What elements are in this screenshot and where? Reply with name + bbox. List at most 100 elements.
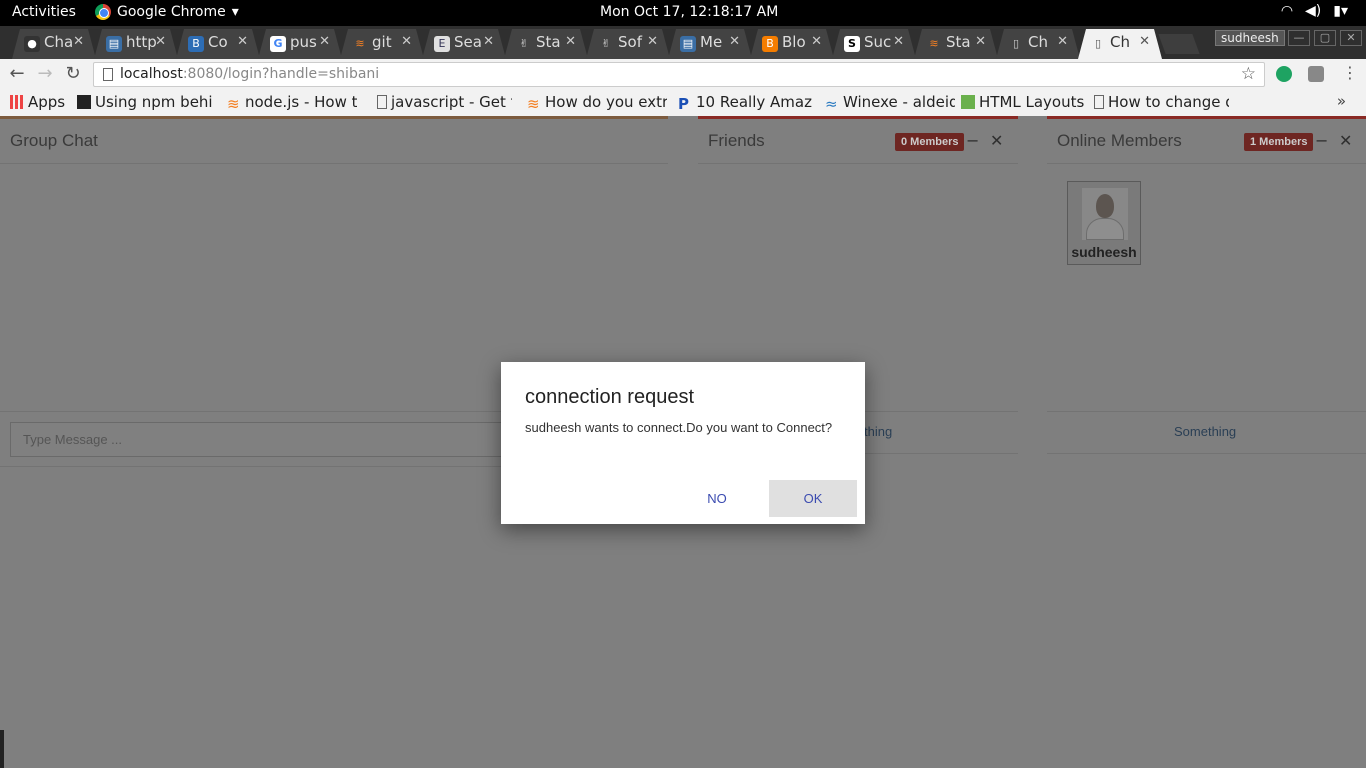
divider: [1047, 411, 1366, 412]
peace-icon: ✌: [519, 37, 529, 50]
bookmark-item[interactable]: HTML Layouts: [961, 93, 1086, 111]
bookmark-item[interactable]: ≋ node.js - How to: [227, 93, 357, 111]
chrome-icon: [95, 4, 111, 20]
friends-footer-link[interactable]: thing: [864, 424, 892, 439]
close-window-icon[interactable]: ✕: [1340, 30, 1362, 46]
close-panel-icon[interactable]: ✕: [990, 131, 1003, 150]
minimize-panel-icon[interactable]: −: [1315, 131, 1328, 150]
close-tab-icon[interactable]: ✕: [811, 34, 822, 49]
more-bookmarks-icon[interactable]: »: [1337, 92, 1346, 110]
browser-tab[interactable]: B Blo ✕: [750, 29, 834, 59]
bookmark-item[interactable]: javascript - Get th: [377, 93, 512, 111]
tab-title: git: [372, 33, 392, 51]
browser-tab[interactable]: ✌ Sta ✕: [504, 29, 588, 59]
bookmark-label: How to change d: [1108, 93, 1229, 111]
browser-tab[interactable]: ▯ Ch ✕: [996, 29, 1080, 59]
browser-tab[interactable]: ▤ http ✕: [94, 29, 178, 59]
close-tab-icon[interactable]: ✕: [401, 34, 412, 49]
peace-icon: ✌: [601, 37, 611, 50]
close-tab-icon[interactable]: ✕: [1139, 34, 1150, 49]
back-icon[interactable]: ←: [6, 63, 28, 85]
close-tab-icon[interactable]: ✕: [1057, 34, 1068, 49]
no-button[interactable]: NO: [673, 480, 761, 517]
page-icon: [377, 95, 387, 109]
doc-icon: ▤: [680, 36, 696, 52]
page-icon: [1094, 95, 1104, 109]
tab-title: http: [126, 33, 157, 51]
tab-title: Blo: [782, 33, 806, 51]
bookmark-item[interactable]: ≈ Winexe - aldeid: [825, 93, 955, 111]
browser-tab[interactable]: ▤ Me ✕: [668, 29, 752, 59]
window-edge: [0, 730, 4, 768]
close-tab-icon[interactable]: ✕: [319, 34, 330, 49]
github-icon: ●: [24, 36, 40, 52]
reload-icon[interactable]: ↻: [62, 63, 84, 85]
bookmark-item[interactable]: How to change d: [1094, 93, 1229, 111]
message-input[interactable]: Type Message ...: [10, 422, 510, 457]
blogger-icon: B: [762, 36, 778, 52]
close-tab-icon[interactable]: ✕: [565, 34, 576, 49]
tab-title: Sea: [454, 33, 482, 51]
browser-tab[interactable]: B Co ✕: [176, 29, 260, 59]
close-tab-icon[interactable]: ✕: [893, 34, 904, 49]
browser-tab[interactable]: ● Cha ✕: [12, 29, 96, 59]
chrome-menu-icon[interactable]: ⋮: [1342, 63, 1358, 82]
connection-request-dialog: connection request sudheesh wants to con…: [501, 362, 865, 524]
browser-tab[interactable]: G pus ✕: [258, 29, 342, 59]
bookmark-label: How do you extra: [545, 93, 667, 111]
bookmark-item[interactable]: Using npm behind: [77, 93, 212, 111]
grammarly-extension-icon[interactable]: [1276, 66, 1292, 82]
bookmark-label: Winexe - aldeid: [843, 93, 955, 111]
address-bar[interactable]: localhost:8080/login?handle=shibani ☆: [93, 62, 1265, 87]
activities-button[interactable]: Activities: [12, 4, 76, 20]
member-name: sudheesh: [1071, 244, 1137, 260]
divider: [1047, 453, 1366, 454]
close-tab-icon[interactable]: ✕: [237, 34, 248, 49]
profile-button[interactable]: sudheesh: [1215, 30, 1285, 46]
close-tab-icon[interactable]: ✕: [975, 34, 986, 49]
browser-tab-active[interactable]: ▯ Ch ✕: [1078, 29, 1162, 59]
stackoverflow-icon: ≋: [227, 95, 240, 111]
avatar: [1082, 188, 1128, 240]
member-card[interactable]: sudheesh: [1067, 181, 1141, 265]
minimize-panel-icon[interactable]: −: [966, 131, 979, 150]
bookmark-star-icon[interactable]: ☆: [1241, 64, 1256, 84]
forward-icon[interactable]: →: [34, 63, 56, 85]
clock[interactable]: Mon Oct 17, 12:18:17 AM: [600, 4, 778, 20]
bookmark-item[interactable]: P 10 Really Amazin: [678, 93, 813, 111]
new-tab-button[interactable]: [1158, 34, 1200, 54]
browser-toolbar: ← → ↻ localhost:8080/login?handle=shiban…: [0, 59, 1366, 89]
page-info-icon[interactable]: [103, 68, 113, 81]
close-tab-icon[interactable]: ✕: [483, 34, 494, 49]
stackoverflow-icon: ≋: [527, 95, 540, 111]
browser-tab[interactable]: S Suc ✕: [832, 29, 916, 59]
apps-grid-icon: [10, 95, 24, 109]
group-chat-title: Group Chat: [10, 131, 98, 150]
tab-title: Co: [208, 33, 228, 51]
close-tab-icon[interactable]: ✕: [73, 34, 84, 49]
google-icon: G: [270, 36, 286, 52]
system-tray[interactable]: ◠ ◀) ▮▾: [1281, 3, 1348, 19]
browser-tab[interactable]: ≋ git ✕: [340, 29, 424, 59]
online-members-title: Online Members: [1057, 131, 1182, 150]
stackoverflow-icon: ≋: [355, 37, 365, 50]
app-menu[interactable]: Google Chrome ▾: [95, 4, 239, 20]
system-top-bar: Activities Google Chrome ▾ Mon Oct 17, 1…: [0, 0, 1366, 26]
close-tab-icon[interactable]: ✕: [729, 34, 740, 49]
browser-tab[interactable]: ✌ Sof ✕: [586, 29, 670, 59]
browser-tab[interactable]: E Sea ✕: [422, 29, 506, 59]
maximize-icon[interactable]: ▢: [1314, 30, 1336, 46]
extension-icon[interactable]: [1308, 66, 1324, 82]
bookmark-apps[interactable]: Apps: [10, 93, 65, 111]
ok-button[interactable]: OK: [769, 480, 857, 517]
minimize-icon[interactable]: —: [1288, 30, 1310, 46]
bookmark-item[interactable]: ≋ How do you extra: [527, 93, 667, 111]
bookmark-label: Using npm behind: [95, 93, 212, 111]
tab-title: Me: [700, 33, 723, 51]
online-footer-link[interactable]: Something: [1174, 424, 1236, 439]
close-tab-icon[interactable]: ✕: [647, 34, 658, 49]
tab-title: Sta: [536, 33, 561, 51]
close-panel-icon[interactable]: ✕: [1339, 131, 1352, 150]
browser-tab[interactable]: ≋ Sta ✕: [914, 29, 998, 59]
close-tab-icon[interactable]: ✕: [155, 34, 166, 49]
